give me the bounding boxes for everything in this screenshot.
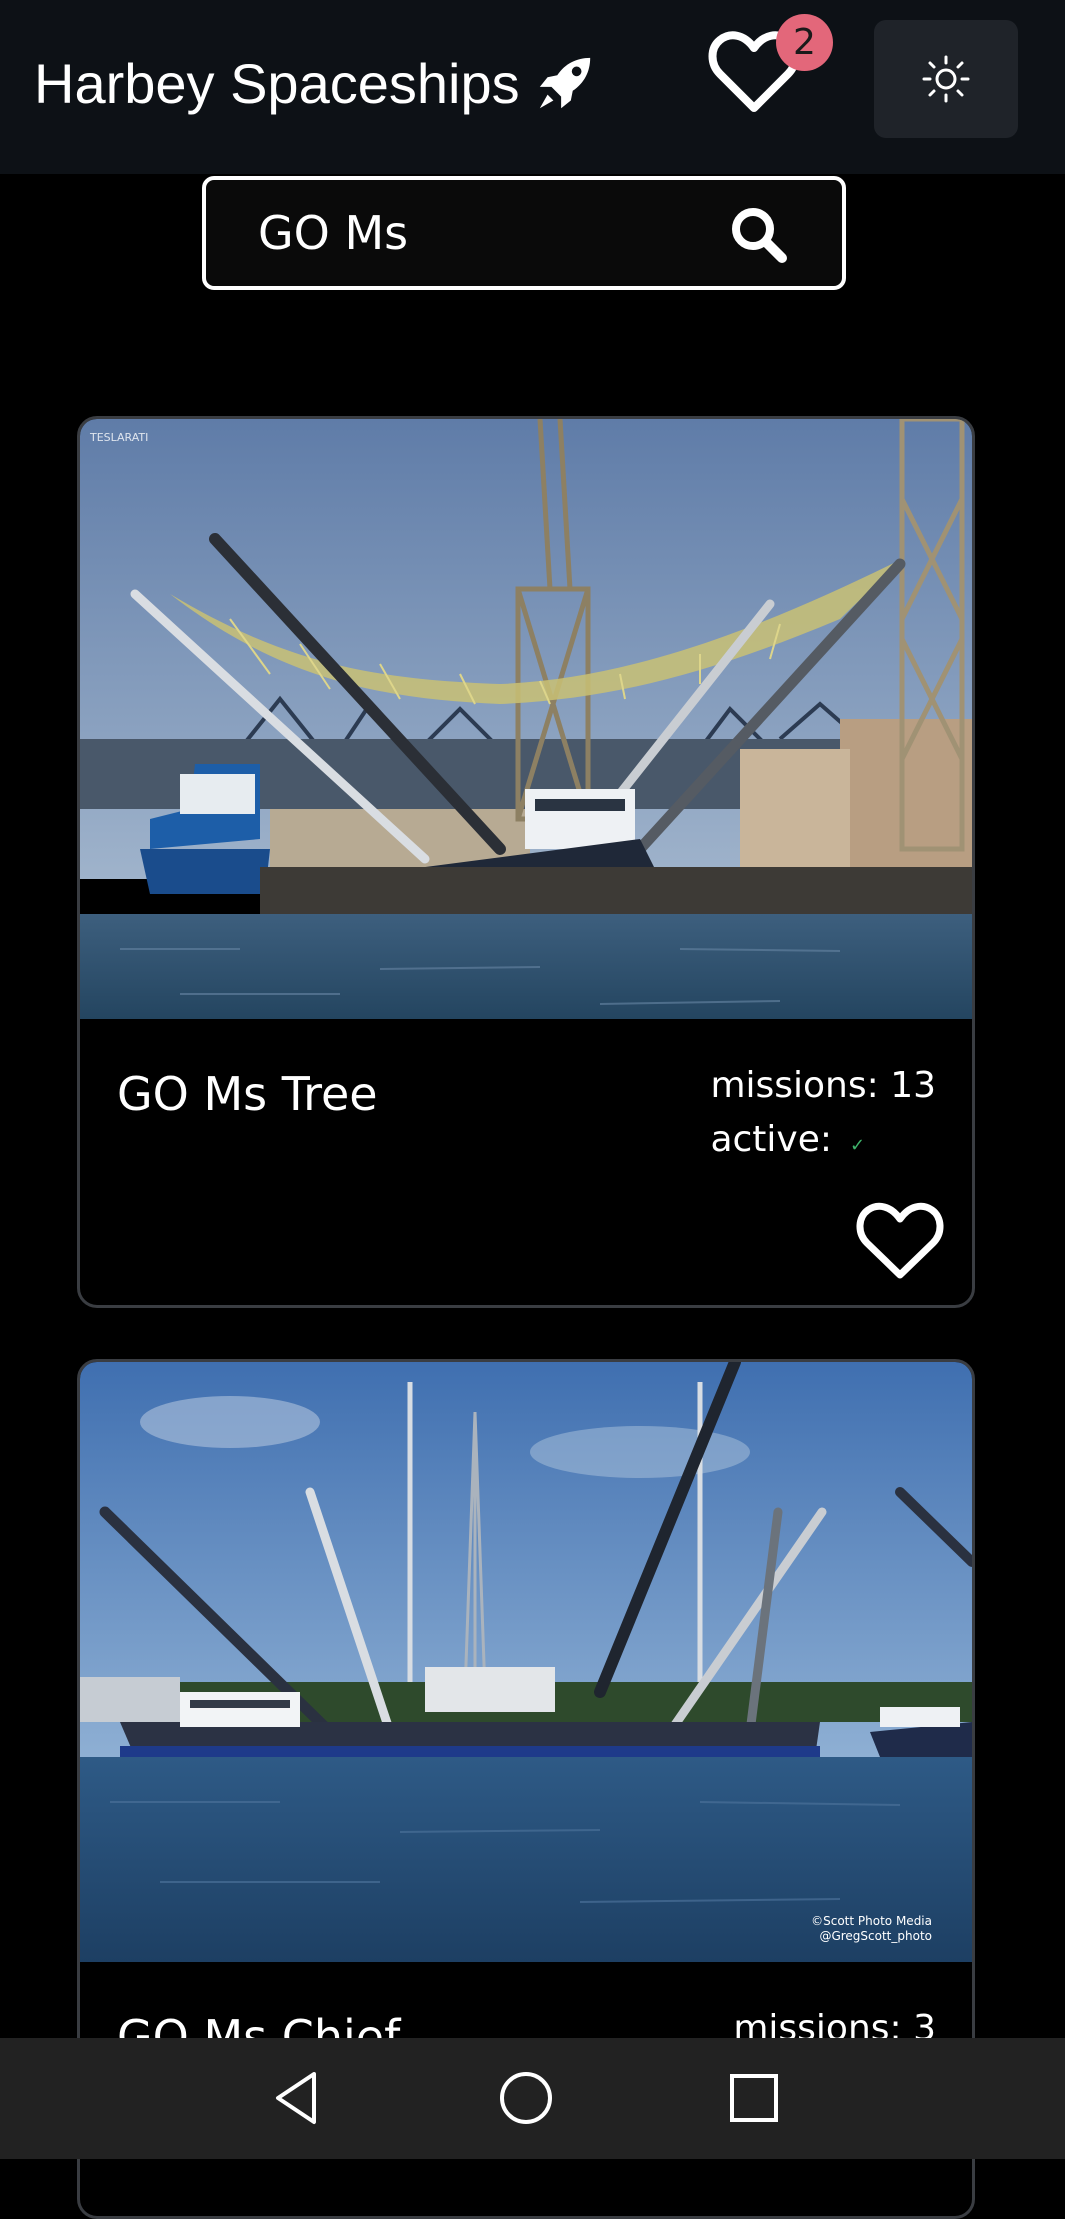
ship-photo-go-ms-chief: ©Scott Photo Media @GregScott_photo <box>80 1362 972 1962</box>
photo-watermark: @GregScott_photo <box>819 1929 932 1943</box>
heart-outline-icon <box>856 1202 944 1279</box>
ship-photo-go-ms-tree: TESLARATI <box>80 419 972 1019</box>
ship-name: GO Ms Tree <box>117 1067 378 1121</box>
photo-watermark: TESLARATI <box>89 431 148 444</box>
ship-meta: missions: 13 active: ✓ <box>710 1059 936 1173</box>
photo-watermark: ©Scott Photo Media <box>811 1914 932 1928</box>
sun-icon <box>922 55 970 103</box>
recents-square-icon[interactable] <box>722 2066 786 2130</box>
missions-count: missions: 13 <box>710 1065 936 1106</box>
brand[interactable]: Harbey Spaceships <box>34 48 596 118</box>
favorite-button[interactable] <box>855 1201 945 1281</box>
app-title: Harbey Spaceships <box>34 51 520 115</box>
active-status: active: ✓ <box>710 1113 936 1173</box>
home-circle-icon[interactable] <box>494 2066 558 2130</box>
search-input[interactable] <box>258 180 698 286</box>
system-nav-bar <box>0 2038 1065 2159</box>
search-icon[interactable] <box>728 204 788 264</box>
active-label: active: <box>710 1119 832 1160</box>
rocket-icon <box>534 52 596 114</box>
app-header: Harbey Spaceships 2 <box>0 0 1065 174</box>
search-bar <box>202 176 846 290</box>
check-icon: ✓ <box>850 1135 866 1156</box>
favorites-count-badge: 2 <box>776 14 833 71</box>
back-triangle-icon[interactable] <box>264 2066 328 2130</box>
theme-toggle-button[interactable] <box>874 20 1018 138</box>
ship-card[interactable]: TESLARATI GO Ms Tree missions: 13 active… <box>77 416 975 1308</box>
